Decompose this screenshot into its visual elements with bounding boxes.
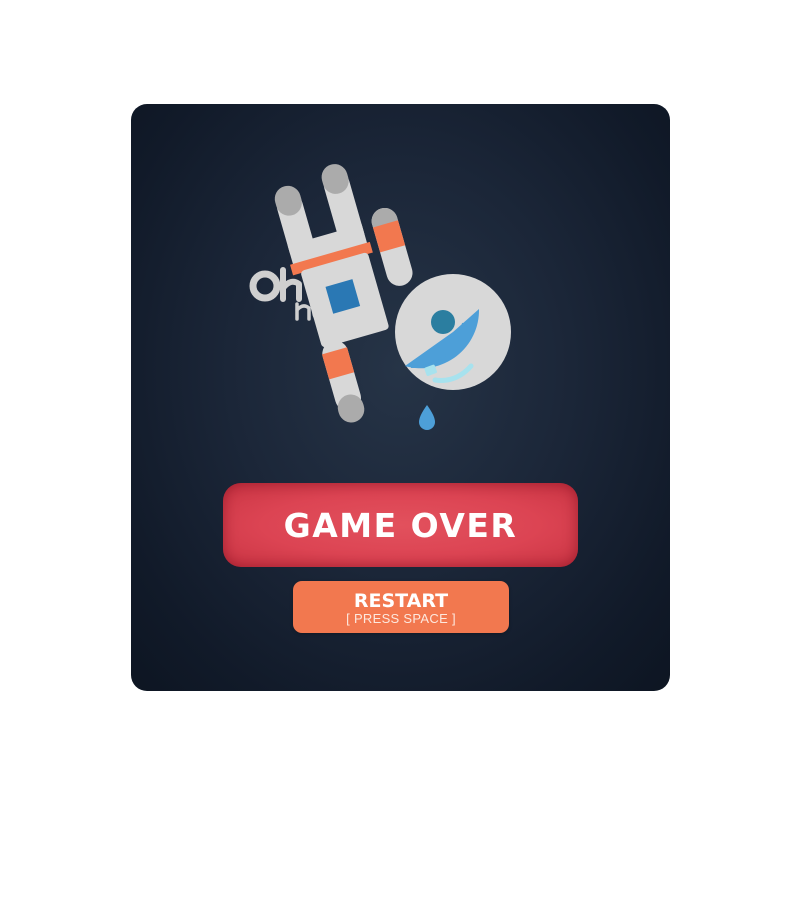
astronaut-arm-left — [321, 340, 365, 423]
restart-label: RESTART — [353, 589, 449, 612]
game-over-title: GAME OVER — [283, 505, 518, 545]
restart-hint: [ PRESS SPACE ] — [346, 610, 456, 626]
astronaut-illustration — [249, 164, 511, 430]
game-over-banner: GAME OVER — [223, 483, 578, 567]
restart-button[interactable]: RESTART [ PRESS SPACE ] — [293, 581, 509, 633]
astronaut-arm-right — [371, 207, 413, 286]
astronaut-helmet — [395, 274, 511, 390]
game-over-panel: GAME OVER RESTART [ PRESS SPACE ] — [131, 104, 670, 691]
teardrop-icon — [419, 405, 435, 430]
